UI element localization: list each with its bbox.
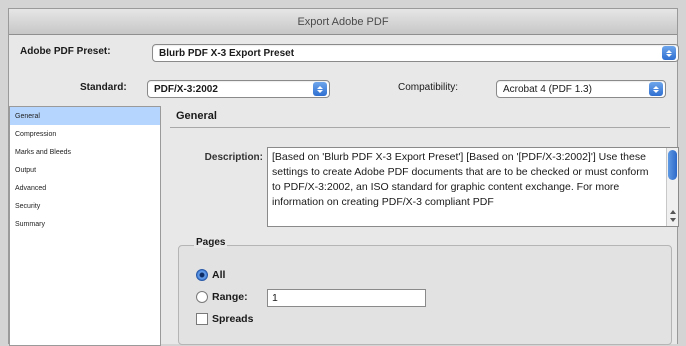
compatibility-label: Compatibility: bbox=[398, 82, 459, 93]
dropdown-arrows-icon bbox=[313, 82, 327, 96]
pages-all-option[interactable]: All bbox=[196, 269, 225, 281]
sidebar-item-compression[interactable]: Compression bbox=[10, 125, 160, 143]
radio-icon[interactable] bbox=[196, 291, 208, 303]
spreads-option[interactable]: Spreads bbox=[196, 313, 253, 325]
pages-range-option[interactable]: Range: bbox=[196, 291, 248, 303]
scroll-up-icon[interactable] bbox=[670, 210, 676, 214]
radio-selected-icon[interactable] bbox=[196, 269, 208, 281]
checkbox-icon[interactable] bbox=[196, 313, 208, 325]
range-input[interactable]: 1 bbox=[267, 289, 426, 307]
pages-group-label: Pages bbox=[194, 237, 228, 248]
sidebar-item-summary[interactable]: Summary bbox=[10, 215, 160, 233]
sidebar-item-security[interactable]: Security bbox=[10, 197, 160, 215]
preset-dropdown[interactable]: Blurb PDF X-3 Export Preset bbox=[152, 44, 679, 62]
spreads-label: Spreads bbox=[212, 313, 254, 325]
pages-all-label: All bbox=[212, 269, 226, 281]
description-label: Description: bbox=[204, 152, 263, 163]
description-textarea[interactable]: [Based on 'Blurb PDF X-3 Export Preset']… bbox=[267, 147, 679, 227]
standard-label: Standard: bbox=[80, 82, 127, 93]
dropdown-arrows-icon bbox=[649, 82, 663, 96]
pages-range-label: Range: bbox=[212, 291, 248, 303]
scrollbar-thumb[interactable] bbox=[668, 150, 677, 180]
preset-value: Blurb PDF X-3 Export Preset bbox=[159, 47, 295, 59]
window-title: Export Adobe PDF bbox=[9, 9, 677, 35]
standard-value: PDF/X-3:2002 bbox=[154, 83, 218, 95]
sidebar-item-output[interactable]: Output bbox=[10, 161, 160, 179]
panel-title: General bbox=[176, 110, 217, 122]
compatibility-dropdown[interactable]: Acrobat 4 (PDF 1.3) bbox=[496, 80, 666, 98]
preset-label: Adobe PDF Preset: bbox=[20, 46, 111, 57]
description-text: [Based on 'Blurb PDF X-3 Export Preset']… bbox=[272, 151, 649, 208]
sidebar-item-marks-and-bleeds[interactable]: Marks and Bleeds bbox=[10, 143, 160, 161]
dropdown-arrows-icon bbox=[662, 46, 676, 60]
standard-dropdown[interactable]: PDF/X-3:2002 bbox=[147, 80, 330, 98]
divider bbox=[170, 127, 670, 128]
category-list: General Compression Marks and Bleeds Out… bbox=[9, 106, 161, 346]
description-scrollbar[interactable] bbox=[666, 148, 678, 226]
sidebar-item-advanced[interactable]: Advanced bbox=[10, 179, 160, 197]
sidebar-item-general[interactable]: General bbox=[10, 107, 160, 125]
scroll-down-icon[interactable] bbox=[670, 218, 676, 222]
compatibility-value: Acrobat 4 (PDF 1.3) bbox=[503, 83, 592, 95]
